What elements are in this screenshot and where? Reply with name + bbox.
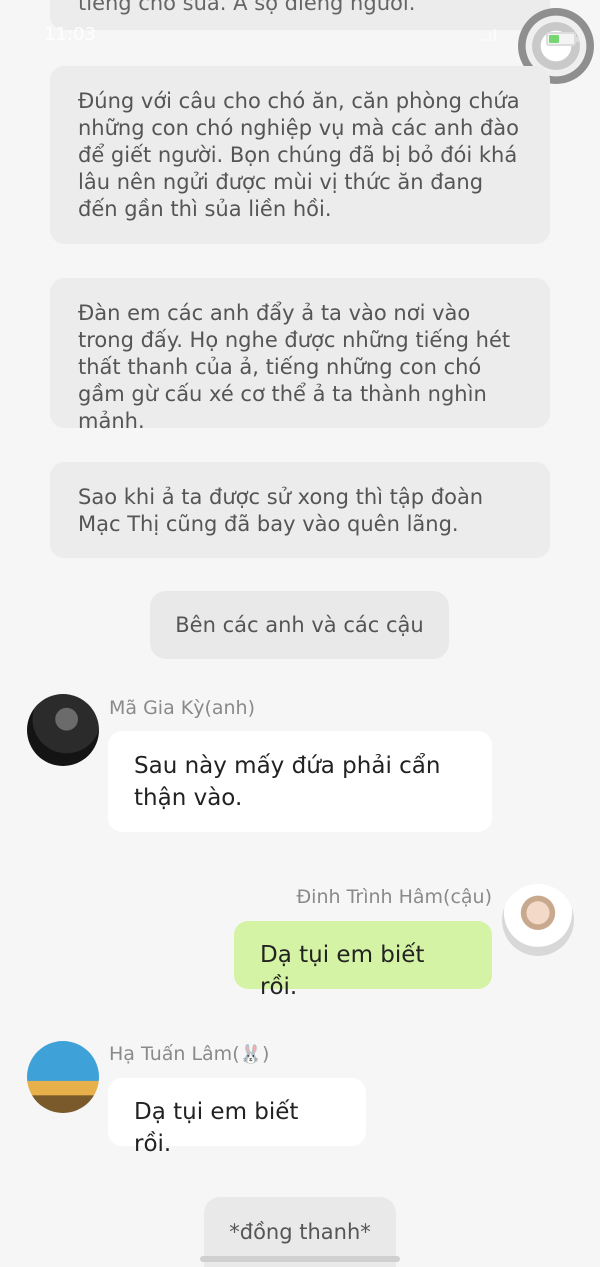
scene-label-text: Bên các anh và các cậu [175, 613, 424, 637]
message-text: Dạ tụi em biết rồi. [260, 942, 425, 1000]
outgoing-message-bubble[interactable]: Dạ tụi em biết rồi. [234, 921, 492, 1000]
narration-text: Đàn em các anh đẩy ả ta vào nơi vào tron… [78, 301, 511, 433]
narration-text: Đúng với câu cho chó ăn, căn phòng chứa … [78, 89, 520, 221]
incoming-message-bubble[interactable]: Dạ tụi em biết rồi. [108, 1078, 366, 1157]
sender-name: Đinh Trình Hâm(cậu) [296, 886, 492, 908]
avatar[interactable] [27, 1041, 99, 1113]
signal-icon: ..ıl [478, 26, 498, 45]
narration-block: Sao khi ả ta được sử xong thì tập đoàn M… [50, 462, 550, 558]
narration-block: Đúng với câu cho chó ăn, căn phòng chứa … [50, 66, 550, 244]
battery-charging-icon [546, 32, 579, 46]
sender-name-suffix: ) [262, 1043, 270, 1065]
home-indicator[interactable] [200, 1256, 400, 1262]
incoming-message-bubble[interactable]: Sau này mấy đứa phải cẩn thận vào. [108, 731, 492, 832]
narration-text: tiếng chó sủa. A sợ điếng người. [78, 0, 416, 15]
narration-block-partial: tiếng chó sủa. A sợ điếng người. [50, 0, 550, 30]
avatar[interactable] [27, 694, 99, 766]
message-text: Sau này mấy đứa phải cẩn thận vào. [134, 753, 441, 811]
narration-block: Đàn em các anh đẩy ả ta vào nơi vào tron… [50, 278, 550, 433]
sender-name: Mã Gia Kỳ(anh) [109, 697, 256, 719]
rabbit-icon: 🐰 [239, 1044, 263, 1065]
sender-name: Hạ Tuấn Lâm(🐰) [109, 1043, 269, 1065]
narration-pill-text: *đồng thanh* [229, 1220, 371, 1244]
sender-name-prefix: Hạ Tuấn Lâm( [109, 1043, 240, 1065]
avatar[interactable] [502, 884, 574, 956]
narration-text: Sao khi ả ta được sử xong thì tập đoàn M… [78, 485, 484, 536]
scene-label: Bên các anh và các cậu [150, 591, 449, 659]
status-time: 11:03 [44, 24, 96, 45]
message-text: Dạ tụi em biết rồi. [134, 1099, 299, 1157]
